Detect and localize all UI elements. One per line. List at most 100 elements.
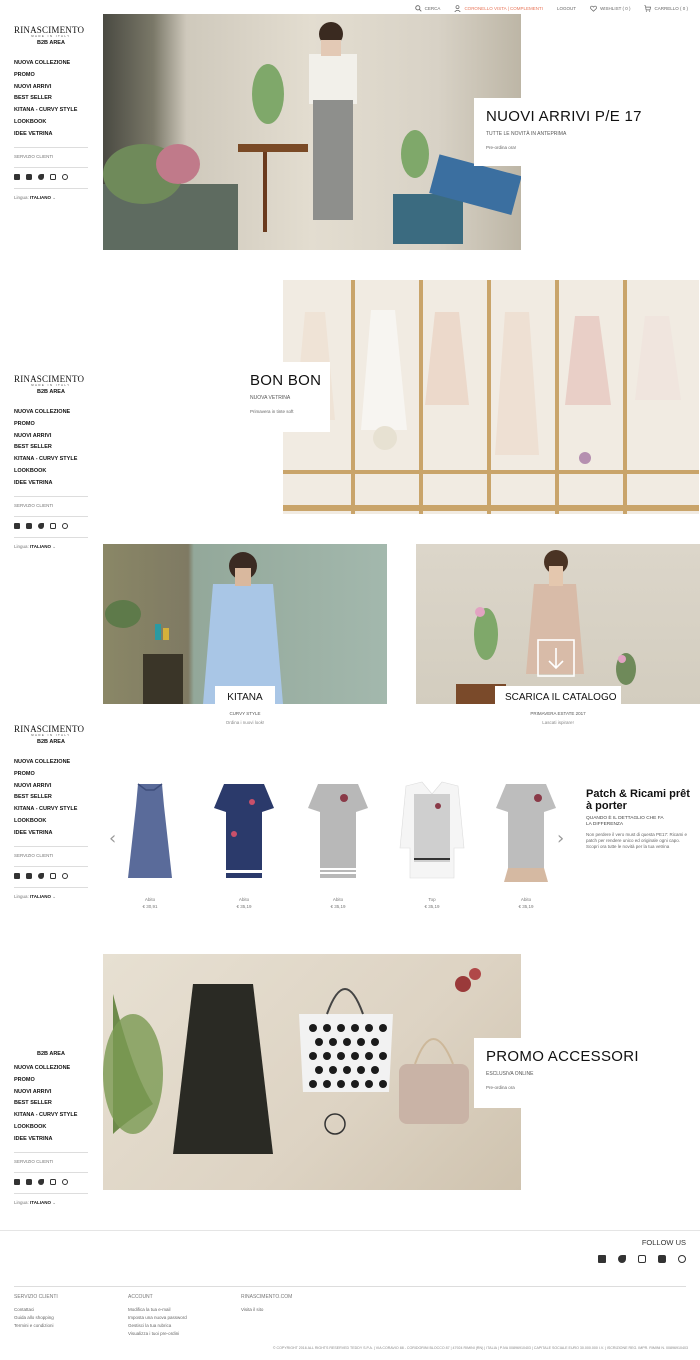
nav-item-kitana[interactable]: KITANA - CURVY STYLE bbox=[14, 105, 90, 117]
facebook-icon[interactable] bbox=[14, 1178, 20, 1185]
pinterest-icon[interactable] bbox=[62, 522, 68, 529]
nav-item-idee-vetrina[interactable]: IDEE VETRINA bbox=[14, 129, 90, 141]
instagram-icon[interactable] bbox=[50, 872, 56, 879]
pinterest-icon[interactable] bbox=[62, 872, 68, 879]
hero-bonbon-title: BON BON bbox=[250, 372, 322, 389]
logout-link[interactable]: LOGOUT bbox=[557, 6, 576, 11]
nav-item-best-seller[interactable]: BEST SELLER bbox=[14, 442, 90, 454]
social-links bbox=[14, 1178, 90, 1185]
youtube-icon[interactable] bbox=[26, 872, 32, 879]
instagram-icon[interactable] bbox=[50, 173, 56, 180]
hero-new-arrivals-image[interactable] bbox=[103, 14, 521, 250]
twitter-icon[interactable] bbox=[38, 1178, 44, 1185]
footer-link[interactable]: Imposta una nuova password bbox=[128, 1314, 187, 1322]
nav-item-promo[interactable]: PROMO bbox=[14, 419, 90, 431]
footer-link[interactable]: Guida allo shopping bbox=[14, 1314, 58, 1322]
nav-item-lookbook[interactable]: LOOKBOOK bbox=[14, 816, 90, 828]
hero-accessories-image[interactable] bbox=[103, 954, 521, 1190]
nav-item-idee-vetrina[interactable]: IDEE VETRINA bbox=[14, 1134, 90, 1146]
instagram-icon[interactable] bbox=[50, 1178, 56, 1185]
language-selector[interactable]: Lingua: ITALIANO ⌄ bbox=[14, 195, 90, 201]
customer-service-link[interactable]: SERVIZIO CLIENTI bbox=[14, 1159, 90, 1164]
nav-item-best-seller[interactable]: BEST SELLER bbox=[14, 1098, 90, 1110]
nav-item-nuova-collezione[interactable]: NUOVA COLLEZIONE bbox=[14, 757, 90, 769]
tile-kitana-label[interactable]: KITANA bbox=[215, 686, 275, 705]
footer-link[interactable]: Termini e condizioni bbox=[14, 1322, 58, 1330]
facebook-icon[interactable] bbox=[14, 522, 20, 529]
nav-item-nuovi-arrivi[interactable]: NUOVI ARRIVI bbox=[14, 781, 90, 793]
nav-item-promo[interactable]: PROMO bbox=[14, 1075, 90, 1087]
language-selector[interactable]: Lingua: ITALIANO ⌄ bbox=[14, 1200, 90, 1206]
footer-link[interactable]: Gestisci la tua rubrica bbox=[128, 1322, 187, 1330]
hero-new-arrivals-card[interactable]: NUOVI ARRIVI P/E 17 TUTTE LE NOVITÀ IN A… bbox=[474, 98, 641, 166]
tile-catalog-image[interactable] bbox=[416, 544, 700, 704]
nav-item-idee-vetrina[interactable]: IDEE VETRINA bbox=[14, 478, 90, 490]
facebook-icon[interactable] bbox=[14, 872, 20, 879]
hero-bonbon-card[interactable]: BON BON NUOVA VETRINA Primavera in tinte… bbox=[238, 362, 330, 432]
hero-accessories-cta[interactable]: Pre-ordina ora bbox=[486, 1085, 622, 1090]
footer-link[interactable]: Contattaci bbox=[14, 1306, 58, 1314]
product-card[interactable]: Abito € 35,19 bbox=[486, 778, 566, 909]
main-nav: NUOVA COLLEZIONE PROMO NUOVI ARRIVI BEST… bbox=[14, 58, 90, 141]
tile-catalog-label[interactable]: SCARICA IL CATALOGO bbox=[495, 686, 621, 705]
tile-catalog-cta[interactable]: Lascati ispirare! bbox=[498, 720, 618, 725]
nav-item-kitana[interactable]: KITANA - CURVY STYLE bbox=[14, 454, 90, 466]
language-selector[interactable]: Lingua: ITALIANO ⌄ bbox=[14, 544, 90, 550]
youtube-icon[interactable] bbox=[658, 1255, 666, 1263]
nav-item-lookbook[interactable]: LOOKBOOK bbox=[14, 466, 90, 478]
pinterest-icon[interactable] bbox=[678, 1255, 686, 1263]
facebook-icon[interactable] bbox=[598, 1255, 606, 1263]
youtube-icon[interactable] bbox=[26, 173, 32, 180]
customer-service-link[interactable]: SERVIZIO CLIENTI bbox=[14, 853, 90, 858]
account-link[interactable]: CORONELLO VISTA | COMPLEMENTI bbox=[454, 4, 543, 12]
nav-item-kitana[interactable]: KITANA - CURVY STYLE bbox=[14, 804, 90, 816]
twitter-icon[interactable] bbox=[38, 522, 44, 529]
tile-kitana-cta[interactable]: Ordina i nuovi look! bbox=[205, 720, 285, 725]
customer-service-link[interactable]: SERVIZIO CLIENTI bbox=[14, 503, 90, 508]
nav-item-nuovi-arrivi[interactable]: NUOVI ARRIVI bbox=[14, 1087, 90, 1099]
nav-item-nuova-collezione[interactable]: NUOVA COLLEZIONE bbox=[14, 58, 90, 70]
logo[interactable]: RINASCIMENTO bbox=[14, 374, 90, 384]
nav-item-nuova-collezione[interactable]: NUOVA COLLEZIONE bbox=[14, 407, 90, 419]
nav-item-best-seller[interactable]: BEST SELLER bbox=[14, 792, 90, 804]
pinterest-icon[interactable] bbox=[62, 173, 68, 180]
twitter-icon[interactable] bbox=[38, 872, 44, 879]
tile-kitana-image[interactable] bbox=[103, 544, 387, 704]
product-card[interactable]: Abito € 30,91 bbox=[110, 778, 190, 909]
product-card[interactable]: Abito € 35,19 bbox=[204, 778, 284, 909]
nav-item-lookbook[interactable]: LOOKBOOK bbox=[14, 117, 90, 129]
hero-bonbon-image[interactable] bbox=[283, 280, 699, 514]
cart-link[interactable]: CARRELLO ( 0 ) bbox=[644, 4, 688, 12]
nav-item-promo[interactable]: PROMO bbox=[14, 769, 90, 781]
youtube-icon[interactable] bbox=[26, 522, 32, 529]
pinterest-icon[interactable] bbox=[62, 1178, 68, 1185]
logo[interactable]: RINASCIMENTO bbox=[14, 25, 90, 35]
product-card[interactable]: Abito € 35,19 bbox=[298, 778, 378, 909]
instagram-icon[interactable] bbox=[50, 522, 56, 529]
search-link[interactable]: CERCA bbox=[414, 4, 440, 12]
nav-item-nuova-collezione[interactable]: NUOVA COLLEZIONE bbox=[14, 1063, 90, 1075]
nav-item-nuovi-arrivi[interactable]: NUOVI ARRIVI bbox=[14, 431, 90, 443]
youtube-icon[interactable] bbox=[26, 1178, 32, 1185]
facebook-icon[interactable] bbox=[14, 173, 20, 180]
nav-item-best-seller[interactable]: BEST SELLER bbox=[14, 93, 90, 105]
product-card[interactable]: Top € 35,19 bbox=[392, 778, 472, 909]
hero-accessories-card[interactable]: PROMO ACCESSORI ESCLUSIVA ONLINE Pre-ord… bbox=[474, 1038, 639, 1108]
logo[interactable]: RINASCIMENTO bbox=[14, 724, 90, 734]
nav-item-kitana[interactable]: KITANA - CURVY STYLE bbox=[14, 1110, 90, 1122]
twitter-icon[interactable] bbox=[38, 173, 44, 180]
hero-bonbon-cta[interactable]: Primavera in tinte soft bbox=[250, 409, 318, 414]
language-selector[interactable]: Lingua: ITALIANO ⌄ bbox=[14, 894, 90, 900]
nav-item-promo[interactable]: PROMO bbox=[14, 70, 90, 82]
footer-link[interactable]: Visualizza i tuoi pre-ordini bbox=[128, 1330, 187, 1338]
customer-service-link[interactable]: SERVIZIO CLIENTI bbox=[14, 154, 90, 159]
nav-item-nuovi-arrivi[interactable]: NUOVI ARRIVI bbox=[14, 82, 90, 94]
wishlist-link[interactable]: WISHLIST ( 0 ) bbox=[590, 5, 630, 12]
footer-link[interactable]: Modifica la tua e-mail bbox=[128, 1306, 187, 1314]
footer-link[interactable]: Visita il sito bbox=[241, 1306, 292, 1314]
twitter-icon[interactable] bbox=[618, 1255, 626, 1263]
hero-new-arrivals-cta[interactable]: Pre-ordina ora! bbox=[486, 145, 612, 150]
nav-item-idee-vetrina[interactable]: IDEE VETRINA bbox=[14, 828, 90, 840]
nav-item-lookbook[interactable]: LOOKBOOK bbox=[14, 1122, 90, 1134]
instagram-icon[interactable] bbox=[638, 1255, 646, 1263]
